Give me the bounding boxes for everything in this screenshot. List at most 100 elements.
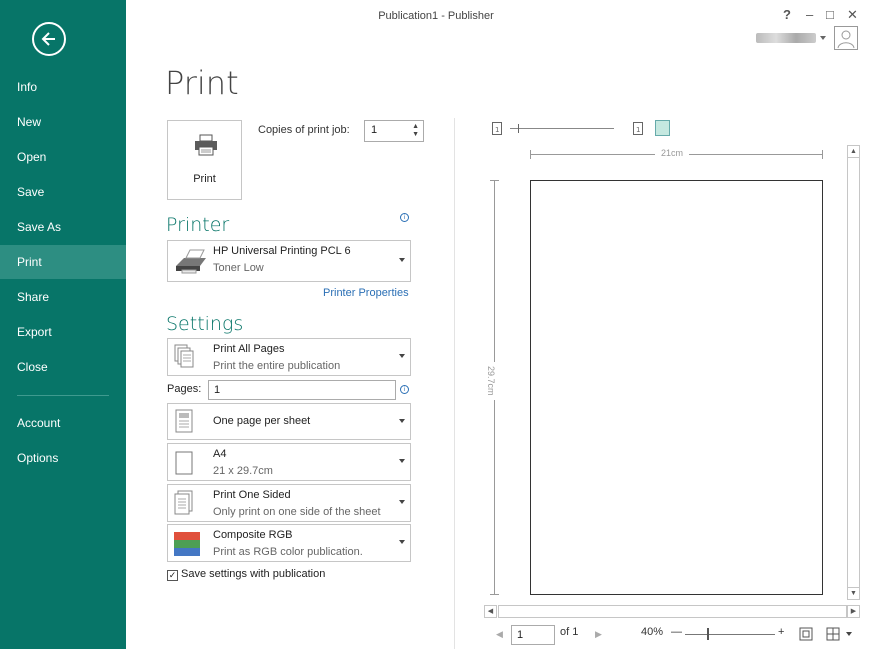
sidebar-item-save[interactable]: Save — [0, 175, 126, 209]
pages-per-sheet-dropdown[interactable]: One page per sheet — [167, 403, 411, 440]
account-name[interactable] — [756, 33, 816, 43]
color-dropdown[interactable]: Composite RGB Print as RGB color publica… — [167, 524, 411, 562]
svg-text:1: 1 — [636, 126, 640, 134]
sidebar-item-open[interactable]: Open — [0, 140, 126, 174]
ruler-toggle-icon[interactable] — [655, 120, 670, 136]
page-count: of 1 — [560, 626, 579, 638]
ruler-tick — [490, 180, 499, 181]
single-page-view-icon[interactable]: 1 — [492, 122, 502, 135]
sidebar-item-options[interactable]: Options — [0, 441, 126, 475]
copies-value: 1 — [371, 124, 378, 136]
paper-size-icon — [175, 451, 193, 475]
sidebar-item-info[interactable]: Info — [0, 70, 126, 104]
view-slider-track[interactable] — [510, 128, 614, 129]
paper-size-title: A4 — [213, 448, 227, 460]
back-arrow-icon[interactable] — [32, 22, 66, 56]
scroll-right-icon[interactable]: ▶ — [847, 605, 860, 618]
page-view-icon[interactable]: 1 — [633, 122, 643, 135]
printer-properties-link[interactable]: Printer Properties — [323, 287, 409, 299]
print-range-dropdown[interactable]: Print All Pages Print the entire publica… — [167, 338, 411, 376]
printer-icon — [195, 134, 217, 156]
printer-status: Toner Low — [213, 262, 264, 274]
color-title: Composite RGB — [213, 529, 293, 541]
copies-label: Copies of print job: — [258, 124, 350, 136]
sidebar-item-account[interactable]: Account — [0, 406, 126, 440]
window-title: Publication1 - Publisher — [378, 10, 494, 22]
pane-divider — [454, 118, 455, 649]
printer-device-icon — [176, 249, 206, 274]
save-settings-checkbox-row[interactable]: ✓ Save settings with publication — [167, 568, 325, 581]
checkbox-checked-icon[interactable]: ✓ — [167, 570, 178, 581]
color-sub: Print as RGB color publication. — [213, 546, 363, 558]
zoom-in-button[interactable]: + — [778, 626, 784, 638]
page-title: Print — [165, 64, 239, 102]
chevron-down-icon — [399, 354, 405, 358]
chevron-down-icon — [399, 258, 405, 262]
copies-spinner-icon[interactable]: ▲ ▼ — [412, 123, 419, 139]
all-pages-icon — [174, 344, 194, 368]
print-range-sub: Print the entire publication — [213, 360, 341, 372]
sides-dropdown[interactable]: Print One Sided Only print on one side o… — [167, 484, 411, 522]
chevron-down-icon — [399, 418, 405, 423]
svg-text:1: 1 — [495, 126, 499, 134]
rgb-color-icon — [174, 532, 200, 556]
scroll-up-icon[interactable]: ▲ — [847, 145, 860, 158]
chevron-down-icon — [399, 540, 405, 544]
sides-title: Print One Sided — [213, 489, 291, 501]
avatar[interactable] — [834, 26, 858, 50]
page-number-input[interactable]: 1 — [511, 625, 555, 645]
ruler-tick — [822, 150, 823, 159]
printer-heading: Printer — [166, 214, 230, 236]
scroll-left-icon[interactable]: ◀ — [484, 605, 497, 618]
info-icon[interactable]: i — [400, 385, 409, 394]
chevron-down-icon — [399, 459, 405, 463]
save-settings-label: Save settings with publication — [181, 568, 326, 580]
one-sided-icon — [174, 490, 193, 515]
sidebar-item-export[interactable]: Export — [0, 315, 126, 349]
pages-per-sheet-title: One page per sheet — [213, 415, 311, 427]
printer-dropdown[interactable]: HP Universal Printing PCL 6 Toner Low — [167, 240, 411, 282]
zoom-slider[interactable] — [685, 634, 775, 635]
print-button-label: Print — [193, 173, 216, 185]
multi-page-icon[interactable] — [826, 627, 840, 641]
one-page-icon — [175, 409, 193, 433]
chevron-down-icon[interactable] — [846, 632, 852, 636]
info-icon[interactable]: i — [400, 213, 409, 222]
copies-input[interactable]: 1 ▲ ▼ — [364, 120, 424, 142]
vertical-scrollbar[interactable] — [847, 145, 860, 600]
sidebar-item-close[interactable]: Close — [0, 350, 126, 384]
account-chevron-down-icon[interactable] — [820, 36, 826, 40]
prev-page-icon[interactable]: ◀ — [496, 629, 503, 640]
sidebar-item-save-as[interactable]: Save As — [0, 210, 126, 244]
backstage-sidebar: Info New Open Save Save As Print Share E… — [0, 0, 126, 649]
help-icon[interactable]: ? — [783, 7, 791, 22]
pages-input[interactable]: 1 — [208, 380, 396, 400]
pages-label: Pages: — [167, 383, 202, 395]
sides-sub: Only print on one side of the sheet — [213, 506, 381, 518]
print-range-title: Print All Pages — [213, 343, 285, 355]
zoom-out-button[interactable]: — — [671, 626, 682, 638]
paper-size-sub: 21 x 29.7cm — [213, 465, 273, 477]
fit-page-icon[interactable] — [799, 627, 813, 641]
ruler-tick — [530, 150, 531, 159]
close-button[interactable]: ✕ — [847, 7, 858, 23]
zoom-slider-thumb[interactable] — [707, 628, 709, 640]
zoom-level[interactable]: 40% — [641, 626, 663, 638]
ruler-tick — [490, 594, 499, 595]
width-label: 21cm — [655, 148, 690, 158]
sidebar-item-share[interactable]: Share — [0, 280, 126, 314]
chevron-down-icon — [399, 500, 405, 504]
next-page-icon[interactable]: ▶ — [595, 629, 602, 640]
sidebar-item-new[interactable]: New — [0, 105, 126, 139]
print-button[interactable]: Print — [167, 120, 242, 200]
minimize-button[interactable]: – — [806, 7, 813, 22]
paper-size-dropdown[interactable]: A4 21 x 29.7cm — [167, 443, 411, 481]
settings-heading: Settings — [166, 313, 244, 335]
sidebar-divider — [17, 395, 109, 396]
sidebar-item-print[interactable]: Print — [0, 245, 126, 279]
scroll-down-icon[interactable]: ▼ — [847, 587, 860, 600]
maximize-button[interactable]: □ — [826, 7, 834, 22]
view-slider-thumb[interactable] — [518, 124, 519, 133]
page-preview — [530, 180, 823, 595]
horizontal-scrollbar[interactable] — [498, 605, 847, 618]
